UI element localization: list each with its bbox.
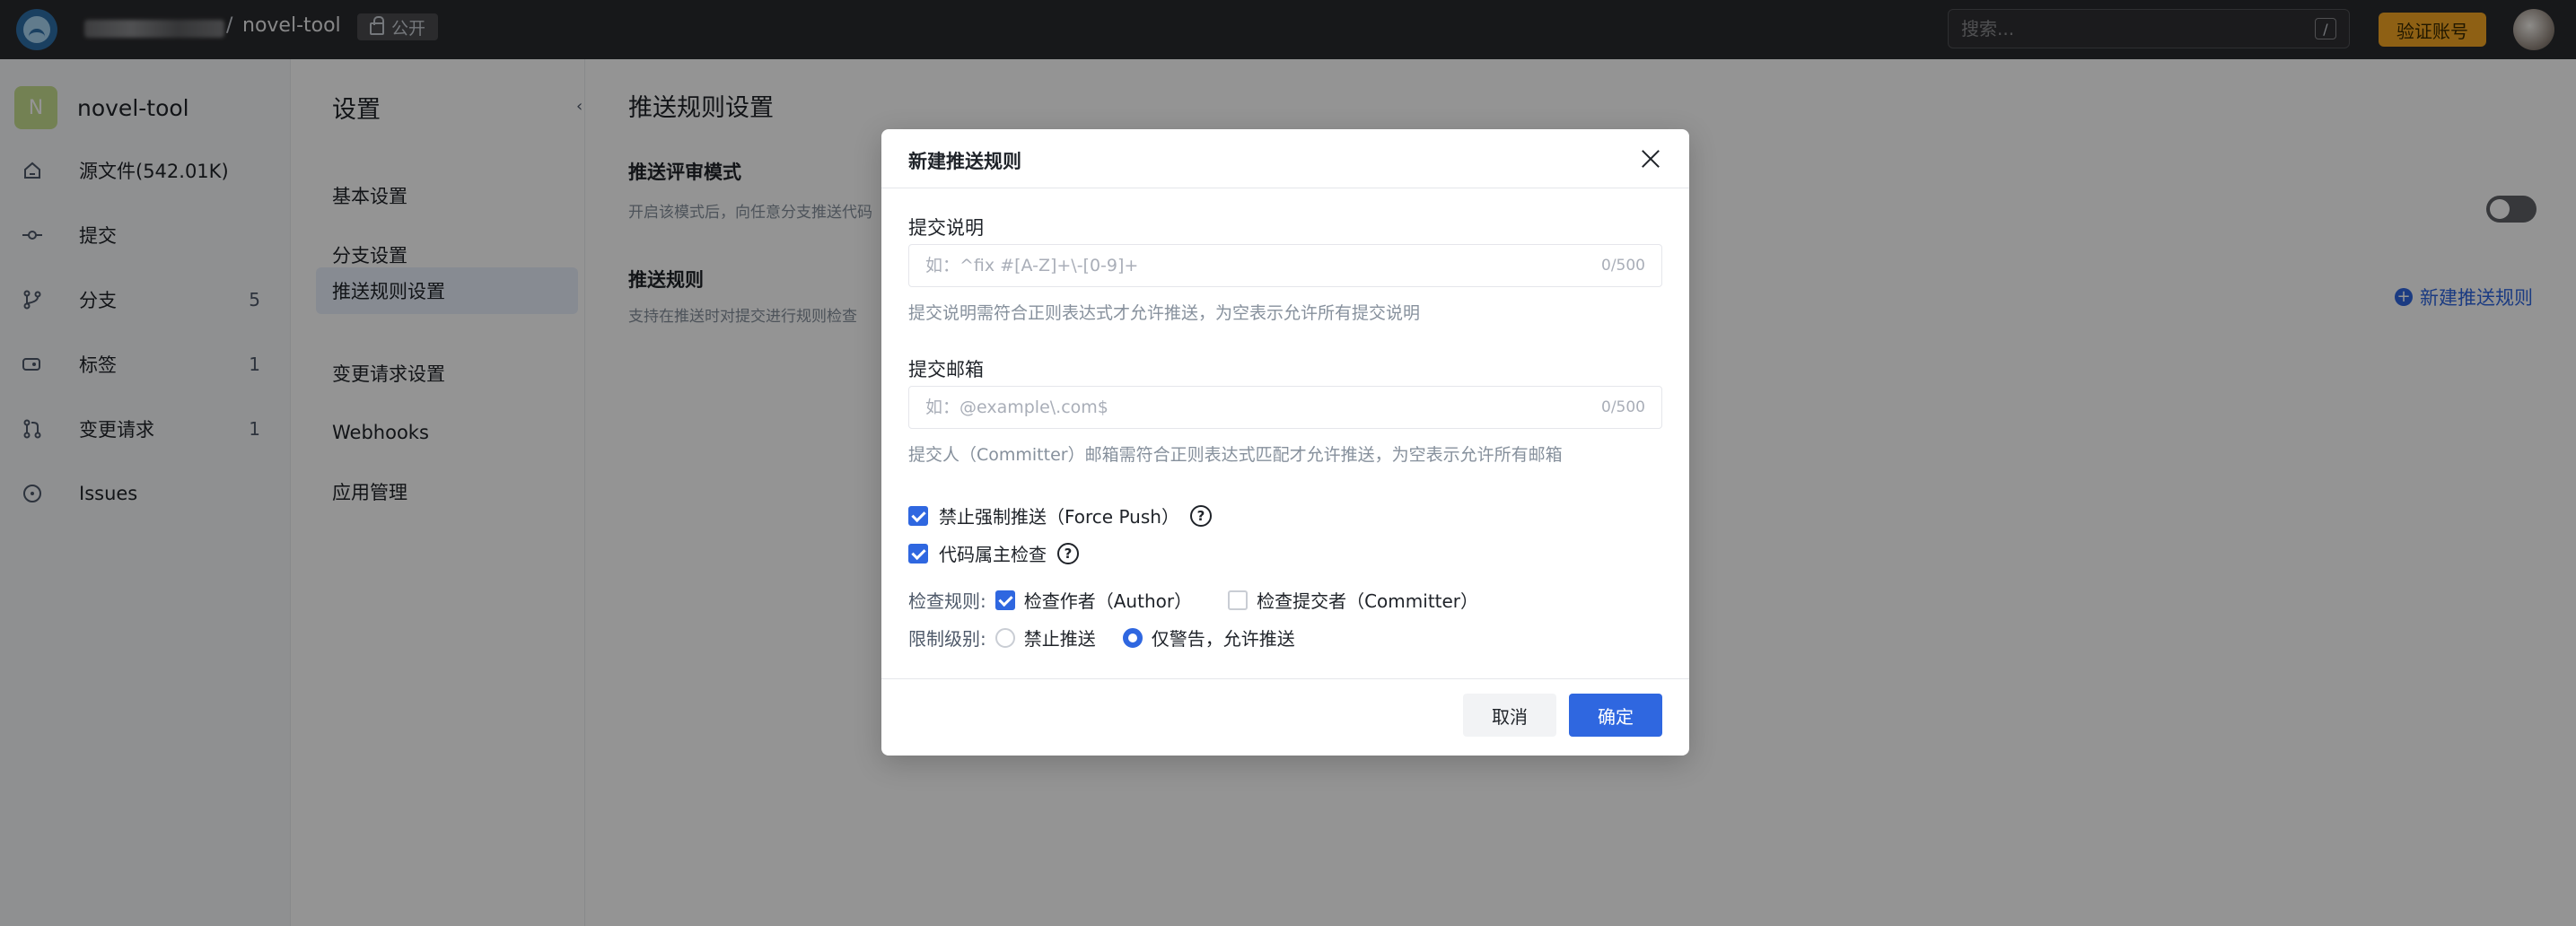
- commit-email-input[interactable]: [925, 397, 1601, 417]
- force-push-option[interactable]: 禁止强制推送（Force Push） ?: [908, 502, 1212, 529]
- commit-message-counter: 0/500: [1601, 257, 1645, 275]
- check-rule-label: 检查规则:: [908, 590, 986, 612]
- new-push-rule-dialog: 新建推送规则 提交说明 0/500 提交说明需符合正则表达式才允许推送，为空表示…: [881, 129, 1689, 756]
- forbid-push-radio[interactable]: [994, 627, 1015, 648]
- check-author-label: 检查作者（Author）: [1023, 590, 1193, 612]
- force-push-checkbox[interactable]: [908, 505, 928, 526]
- commit-message-label: 提交说明: [908, 217, 984, 239]
- commit-email-counter: 0/500: [1601, 398, 1645, 416]
- forbid-push-option[interactable]: 禁止推送: [994, 625, 1096, 651]
- dialog-footer: 取消 确定: [881, 678, 1689, 756]
- commit-email-label: 提交邮箱: [908, 359, 984, 380]
- check-committer-label: 检查提交者（Committer）: [1257, 590, 1479, 612]
- dialog-header: 新建推送规则: [881, 129, 1689, 188]
- limit-level-row: 限制级别: 禁止推送 仅警告，允许推送: [908, 625, 1331, 651]
- limit-level-label: 限制级别:: [908, 628, 986, 650]
- commit-email-field[interactable]: 0/500: [908, 386, 1662, 429]
- check-rule-row: 检查规则: 检查作者（Author） 检查提交者（Committer）: [908, 587, 1514, 613]
- dialog-title: 新建推送规则: [908, 151, 1021, 172]
- code-owner-label: 代码属主检查: [939, 544, 1047, 565]
- code-owner-checkbox[interactable]: [908, 543, 928, 563]
- force-push-label: 禁止强制推送（Force Push）: [939, 506, 1179, 528]
- code-owner-option[interactable]: 代码属主检查 ?: [908, 540, 1079, 566]
- check-author-option[interactable]: 检查作者（Author）: [994, 587, 1193, 613]
- check-committer-option[interactable]: 检查提交者（Committer）: [1228, 587, 1478, 613]
- help-icon[interactable]: ?: [1057, 542, 1079, 564]
- commit-message-field[interactable]: 0/500: [908, 244, 1662, 287]
- commit-email-hint: 提交人（Committer）邮箱需符合正则表达式匹配才允许推送，为空表示允许所有…: [908, 445, 1563, 465]
- help-icon[interactable]: ?: [1189, 504, 1212, 527]
- warn-only-option[interactable]: 仅警告，允许推送: [1122, 625, 1295, 651]
- confirm-button[interactable]: 确定: [1569, 694, 1662, 737]
- check-committer-checkbox[interactable]: [1228, 590, 1249, 610]
- check-author-checkbox[interactable]: [994, 590, 1015, 610]
- warn-only-radio[interactable]: [1122, 627, 1143, 648]
- commit-message-hint: 提交说明需符合正则表达式才允许推送，为空表示允许所有提交说明: [908, 303, 1421, 323]
- cancel-button[interactable]: 取消: [1463, 694, 1556, 737]
- warn-only-label: 仅警告，允许推送: [1151, 628, 1295, 650]
- close-icon[interactable]: [1637, 145, 1664, 172]
- commit-message-input[interactable]: [925, 256, 1601, 275]
- forbid-push-label: 禁止推送: [1023, 628, 1096, 650]
